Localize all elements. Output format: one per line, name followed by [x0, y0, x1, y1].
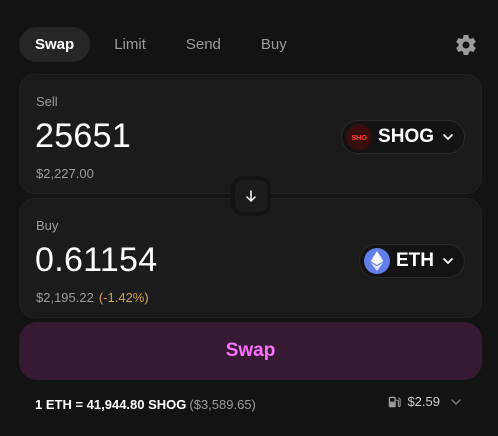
- sell-token-selector[interactable]: SHO SHOG: [341, 120, 465, 154]
- sell-usd-value: $2,227.00: [36, 166, 94, 181]
- tab-limit[interactable]: Limit: [98, 27, 162, 62]
- sell-amount-input[interactable]: 25651: [35, 117, 131, 156]
- sell-label: Sell: [36, 94, 58, 109]
- exchange-rate[interactable]: 1 ETH = 41,944.80 SHOG ($3,589.65): [35, 397, 256, 412]
- swap-button[interactable]: Swap: [19, 322, 482, 380]
- price-impact: (-1.42%): [98, 290, 149, 305]
- chevron-down-icon: [443, 258, 453, 264]
- switch-tokens-button[interactable]: [231, 176, 271, 216]
- rate-usd: ($3,589.65): [189, 397, 256, 412]
- chevron-down-icon: [443, 134, 453, 140]
- buy-token-selector[interactable]: ETH: [359, 244, 465, 278]
- gas-fee-toggle[interactable]: $2.59: [387, 394, 462, 409]
- gear-icon[interactable]: [454, 33, 478, 57]
- rate-text: 1 ETH = 41,944.80 SHOG: [35, 397, 187, 412]
- tab-buy[interactable]: Buy: [245, 27, 303, 62]
- shog-token-logo: SHO: [346, 124, 373, 150]
- buy-token-symbol: ETH: [396, 250, 434, 271]
- shog-logo-text: SHO: [351, 132, 367, 142]
- buy-usd-value: $2,195.22 (-1.42%): [36, 290, 149, 305]
- tab-send[interactable]: Send: [170, 27, 237, 62]
- buy-amount-input[interactable]: 0.61154: [35, 241, 157, 280]
- arrow-down-icon: [246, 190, 256, 202]
- buy-panel: Buy 0.61154 $2,195.22 (-1.42%) ETH: [19, 198, 482, 318]
- gas-fee-value: $2.59: [407, 394, 440, 409]
- gas-pump-icon: [389, 396, 402, 407]
- tab-bar: Swap Limit Send Buy: [19, 27, 478, 62]
- chevron-down-icon: [451, 398, 461, 405]
- buy-usd-amount: $2,195.22: [36, 290, 94, 305]
- sell-token-symbol: SHOG: [378, 126, 434, 147]
- buy-label: Buy: [36, 218, 59, 233]
- ethereum-icon: [364, 248, 390, 274]
- tab-swap[interactable]: Swap: [19, 27, 91, 62]
